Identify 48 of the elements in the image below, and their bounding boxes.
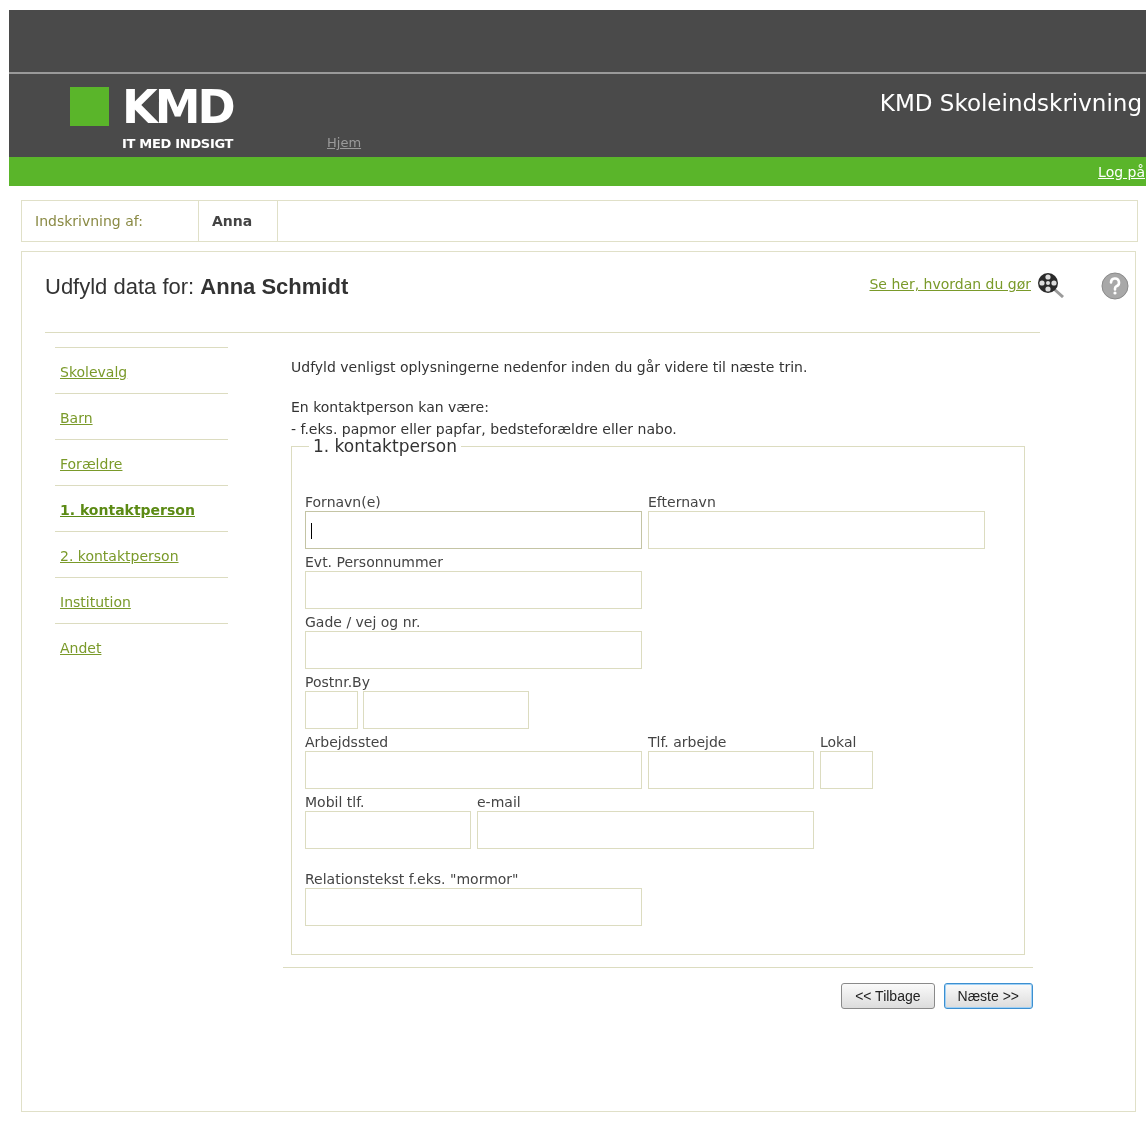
app-title: KMD Skoleindskrivning	[879, 90, 1142, 116]
input-field[interactable]	[305, 511, 642, 549]
help-link[interactable]: Se her, hvordan du gør	[869, 276, 1031, 292]
input-field[interactable]	[363, 691, 529, 729]
note-text: En kontaktperson kan være:	[291, 398, 490, 417]
step-link[interactable]: Barn	[60, 407, 93, 426]
input-field[interactable]	[648, 751, 814, 789]
field-label: Evt. Personnummer	[305, 554, 444, 571]
input-field[interactable]	[820, 751, 873, 789]
field-label: Arbejdssted	[305, 734, 390, 751]
nav-button[interactable]: Næste >>	[943, 983, 1033, 1009]
input-field[interactable]	[648, 511, 985, 549]
enrollment-label: Indskrivning af:	[35, 213, 144, 229]
child-name: Anna	[212, 213, 254, 229]
field-label: Tlf. arbejde	[648, 734, 728, 751]
nav-button[interactable]: << Tilbage	[841, 983, 935, 1009]
field-label: Relationstekst f.eks. "mormor"	[305, 871, 520, 888]
step-link[interactable]: Skolevalg	[60, 361, 128, 380]
field-label: Lokal	[820, 734, 858, 751]
logo-text: KMD	[122, 79, 233, 135]
login-link[interactable]: Log på	[1098, 163, 1145, 180]
step-link[interactable]: Forældre	[60, 453, 123, 472]
field-label: Efternavn	[648, 494, 717, 511]
step-link[interactable]: 1. kontaktperson	[60, 499, 195, 518]
help-icon[interactable]	[1101, 272, 1129, 300]
input-field[interactable]	[477, 811, 814, 849]
input-field[interactable]	[305, 751, 642, 789]
note-text: - f.eks. papmor eller papfar, bedsteforældre eller nabo.	[291, 420, 678, 438]
input-field[interactable]	[305, 888, 642, 926]
field-label: Fornavn(e)	[305, 494, 382, 511]
step-link[interactable]: Institution	[60, 591, 131, 610]
film-reel-icon[interactable]	[1037, 272, 1065, 298]
input-field[interactable]	[305, 571, 642, 609]
field-label: Gade / vej og nr.	[305, 614, 422, 631]
logo-tagline: IT MED INDSIGT	[122, 136, 234, 151]
home-link[interactable]: Hjem	[327, 135, 362, 151]
field-label: e-mail	[477, 794, 522, 811]
page-title: Udfyld data for: Anna Schmidt	[45, 274, 349, 300]
field-label: Mobil tlf.	[305, 794, 366, 811]
logo-square	[70, 87, 109, 126]
input-field[interactable]	[305, 811, 471, 849]
input-field[interactable]	[305, 691, 358, 729]
input-field[interactable]	[305, 631, 642, 669]
step-link[interactable]: Andet	[60, 637, 102, 656]
step-link[interactable]: 2. kontaktperson	[60, 545, 179, 564]
fieldset-legend: 1. kontaktperson	[309, 436, 461, 456]
intro-text: Udfyld venligst oplysningerne nedenfor inden du går videre til næste trin.	[291, 358, 809, 377]
field-label: Postnr.By	[305, 674, 371, 691]
